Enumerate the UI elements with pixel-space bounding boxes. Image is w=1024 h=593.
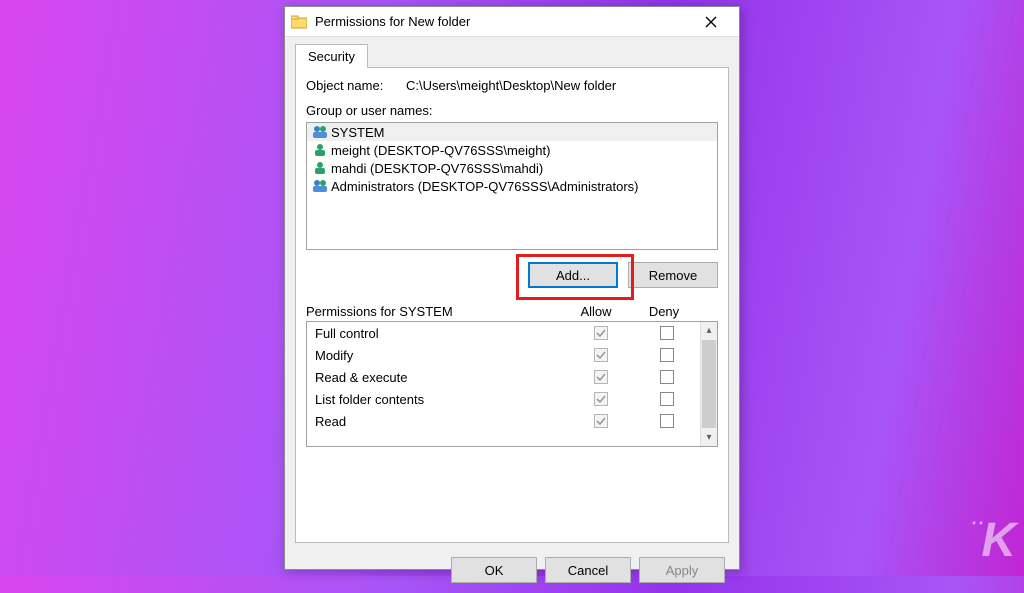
dialog-button-row: OK Cancel Apply [285, 549, 739, 593]
deny-checkbox[interactable] [660, 392, 674, 406]
users-group-icon [311, 178, 329, 194]
group-list-label: Group or user names: [306, 103, 718, 118]
object-name-row: Object name: C:\Users\meight\Desktop\New… [306, 78, 718, 93]
permissions-for-label: Permissions for SYSTEM [306, 304, 562, 319]
close-button[interactable] [689, 8, 733, 36]
user-icon [311, 142, 329, 158]
folder-icon [291, 14, 307, 30]
deny-checkbox[interactable] [660, 348, 674, 362]
permission-name: Read & execute [315, 370, 568, 385]
allow-checkbox[interactable] [594, 326, 608, 340]
table-row: Read [307, 410, 700, 432]
allow-checkbox[interactable] [594, 348, 608, 362]
scroll-down-icon[interactable]: ▾ [701, 429, 717, 446]
permissions-header: Permissions for SYSTEM Allow Deny [306, 304, 718, 319]
permissions-dialog: Permissions for New folder Security Obje… [284, 6, 740, 570]
list-item[interactable]: SYSTEM [307, 123, 717, 141]
deny-checkbox[interactable] [660, 414, 674, 428]
scroll-thumb[interactable] [702, 340, 716, 428]
permission-name: Read [315, 414, 568, 429]
allow-column-header: Allow [562, 304, 630, 319]
list-item[interactable]: mahdi (DESKTOP-QV76SSS\mahdi) [307, 159, 717, 177]
group-user-list[interactable]: SYSTEM meight (DESKTOP-QV76SSS\meight) m… [306, 122, 718, 250]
object-name-label: Object name: [306, 78, 406, 93]
users-group-icon [311, 124, 329, 140]
deny-checkbox[interactable] [660, 326, 674, 340]
allow-checkbox[interactable] [594, 370, 608, 384]
remove-button[interactable]: Remove [628, 262, 718, 288]
allow-checkbox[interactable] [594, 392, 608, 406]
table-row: Full control [307, 322, 700, 344]
permissions-body: Full control Modify Read & execute List … [307, 322, 700, 446]
tab-content-security: Object name: C:\Users\meight\Desktop\New… [295, 67, 729, 543]
tab-strip: Security [285, 37, 739, 67]
deny-checkbox[interactable] [660, 370, 674, 384]
cancel-button[interactable]: Cancel [545, 557, 631, 583]
titlebar[interactable]: Permissions for New folder [285, 7, 739, 37]
scrollbar[interactable]: ▴ ▾ [700, 322, 717, 446]
watermark: ∙∙K [971, 513, 1014, 568]
list-item[interactable]: Administrators (DESKTOP-QV76SSS\Administ… [307, 177, 717, 195]
list-item-label: meight (DESKTOP-QV76SSS\meight) [331, 143, 550, 158]
tab-security[interactable]: Security [295, 44, 368, 68]
table-row: List folder contents [307, 388, 700, 410]
table-row: Read & execute [307, 366, 700, 388]
list-item-label: Administrators (DESKTOP-QV76SSS\Administ… [331, 179, 639, 194]
permissions-table: Full control Modify Read & execute List … [306, 321, 718, 447]
ok-button[interactable]: OK [451, 557, 537, 583]
apply-button[interactable]: Apply [639, 557, 725, 583]
permission-name: Modify [315, 348, 568, 363]
scroll-up-icon[interactable]: ▴ [701, 322, 717, 339]
allow-checkbox[interactable] [594, 414, 608, 428]
list-item-label: mahdi (DESKTOP-QV76SSS\mahdi) [331, 161, 543, 176]
list-item-label: SYSTEM [331, 125, 384, 140]
permission-name: Full control [315, 326, 568, 341]
deny-column-header: Deny [630, 304, 698, 319]
object-path: C:\Users\meight\Desktop\New folder [406, 78, 616, 93]
table-row: Modify [307, 344, 700, 366]
window-title: Permissions for New folder [315, 14, 689, 29]
add-button[interactable]: Add... [528, 262, 618, 288]
list-item[interactable]: meight (DESKTOP-QV76SSS\meight) [307, 141, 717, 159]
permission-name: List folder contents [315, 392, 568, 407]
user-icon [311, 160, 329, 176]
add-remove-row: Add... Remove [306, 262, 718, 288]
